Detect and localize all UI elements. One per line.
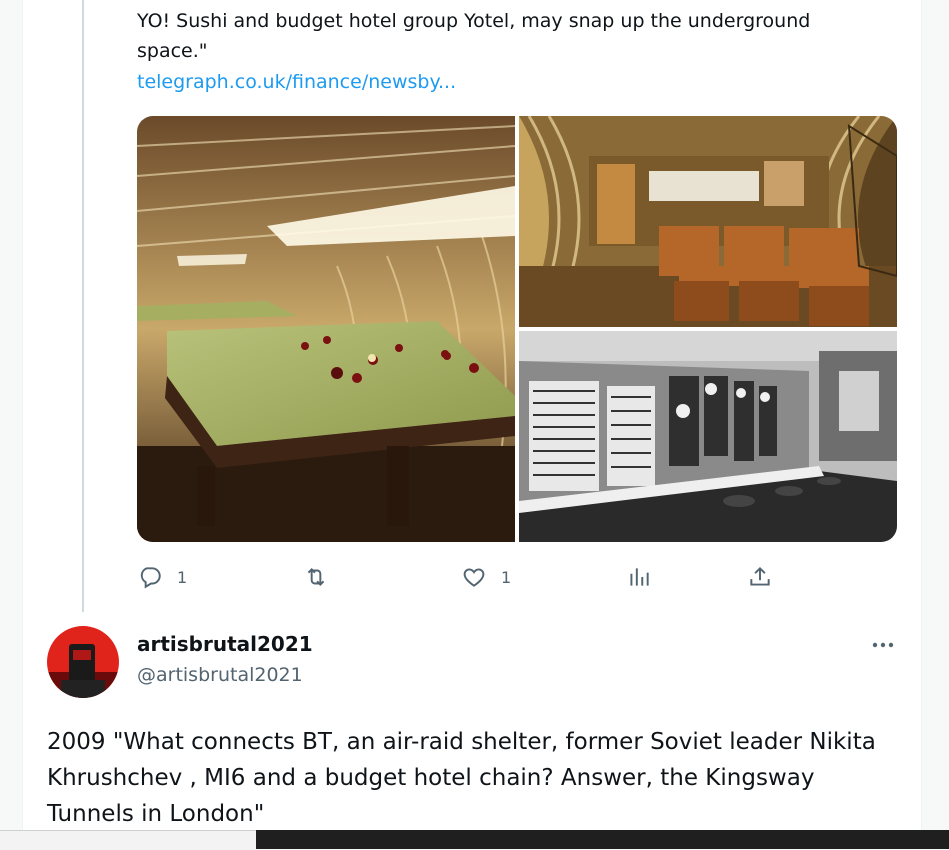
- control-room-image[interactable]: [519, 331, 897, 542]
- tweet-text: 2009 "What connects BT, an air-raid shel…: [47, 729, 876, 827]
- share-icon: [750, 566, 770, 586]
- canteen-image[interactable]: [519, 116, 897, 327]
- avatar[interactable]: [47, 626, 119, 698]
- views-icon: [630, 568, 649, 586]
- reply-button[interactable]: 1: [137, 562, 187, 592]
- reply-icon: [140, 567, 161, 589]
- thread-line: [82, 0, 84, 612]
- media-grid: [137, 116, 897, 542]
- like-button[interactable]: 1: [461, 562, 511, 592]
- retweet-button[interactable]: [303, 562, 343, 592]
- like-icon: [463, 568, 485, 587]
- more-dots-icon: [872, 642, 894, 648]
- taskbar: [0, 830, 949, 850]
- views-button[interactable]: [626, 562, 666, 592]
- retweet-icon: [307, 568, 325, 586]
- more-options-button[interactable]: [866, 630, 900, 660]
- reply-count: 1: [177, 567, 188, 587]
- taskbar-search-area[interactable]: [0, 830, 256, 850]
- tweet-actions: 1 1: [137, 562, 897, 592]
- user-handle[interactable]: @artisbrutal2021: [137, 664, 303, 686]
- snooker-room-image[interactable]: [137, 116, 515, 542]
- like-count: 1: [501, 567, 512, 587]
- share-button[interactable]: [747, 562, 773, 592]
- article-link[interactable]: telegraph.co.uk/finance/newsby...: [137, 68, 456, 96]
- quoted-tweet-text: YO! Sushi and budget hotel group Yotel, …: [137, 10, 811, 62]
- display-name[interactable]: artisbrutal2021: [137, 632, 313, 656]
